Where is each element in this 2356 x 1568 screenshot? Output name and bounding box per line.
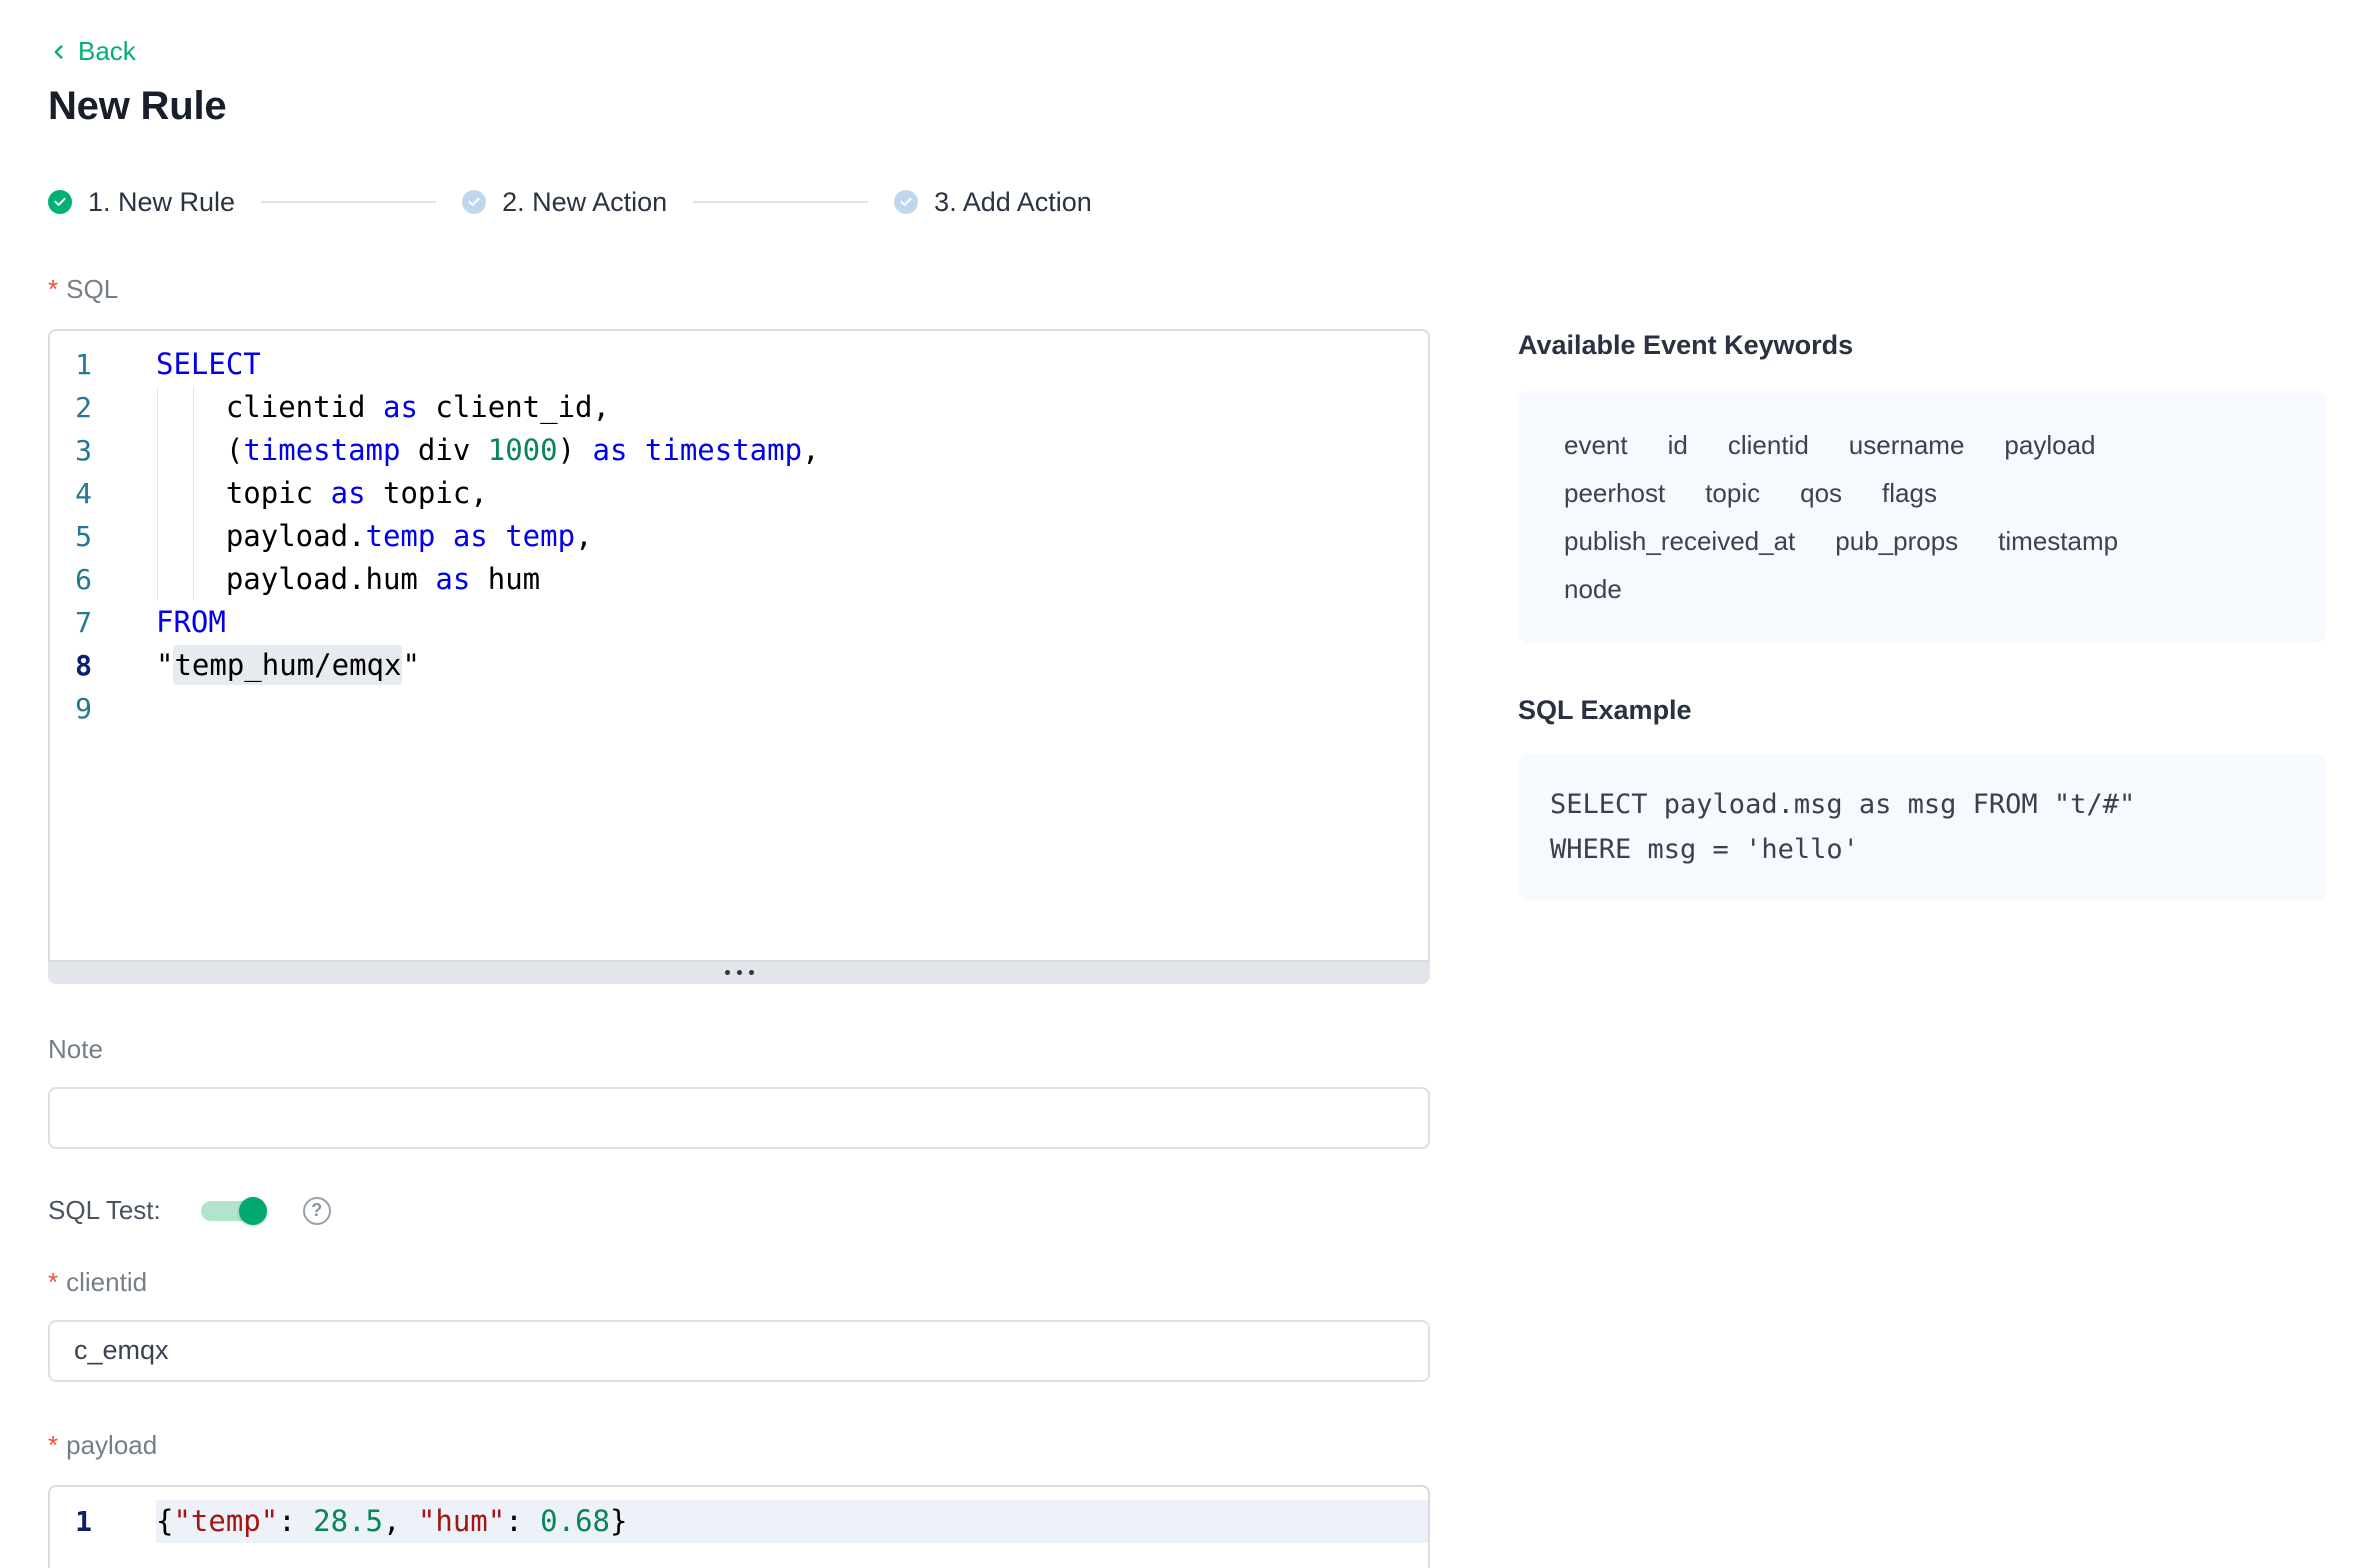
code-line: 7FROM bbox=[50, 601, 1428, 644]
keyword: node bbox=[1564, 565, 1622, 613]
kw-row: peerhost topic qos flags bbox=[1564, 469, 2280, 517]
steps-bar: 1. New Rule 2. New Action 3. Add Action bbox=[48, 187, 1430, 218]
step-2-new-action[interactable]: 2. New Action bbox=[462, 187, 667, 218]
code-line: 5 payload.temp as temp, bbox=[50, 515, 1428, 558]
note-input[interactable] bbox=[48, 1087, 1430, 1149]
line-number: 3 bbox=[50, 429, 114, 472]
keyword: publish_received_at bbox=[1564, 517, 1795, 565]
kw-row: node bbox=[1564, 565, 2280, 613]
required-asterisk: * bbox=[48, 1430, 58, 1461]
required-asterisk: * bbox=[48, 1267, 58, 1298]
keyword: timestamp bbox=[1998, 517, 2118, 565]
sql-example-panel: SELECT payload.msg as msg FROM "t/#"WHER… bbox=[1518, 754, 2326, 900]
keywords-panel-title: Available Event Keywords bbox=[1518, 330, 2326, 361]
event-keywords-panel: eventid clientid username payload peerhost to… bbox=[1518, 391, 2326, 643]
line-number: 4 bbox=[50, 472, 114, 515]
line-number: 8 bbox=[50, 644, 114, 687]
resize-dots-icon bbox=[749, 970, 754, 975]
payload-code-area[interactable]: 1{"temp": 28.5, "hum": 0.68} bbox=[48, 1485, 1430, 1568]
kw-row: eventid clientid username payload bbox=[1564, 421, 2280, 469]
sql-label-text: SQL bbox=[66, 274, 118, 305]
required-asterisk: * bbox=[48, 274, 58, 305]
step-label: 1. New Rule bbox=[88, 187, 235, 218]
clientid-input[interactable] bbox=[48, 1320, 1430, 1382]
code-line: 3 (timestamp div 1000) as timestamp, bbox=[50, 429, 1428, 472]
note-field-label: Note bbox=[48, 1034, 1430, 1065]
code-line: 4 topic as topic, bbox=[50, 472, 1428, 515]
back-label: Back bbox=[78, 36, 136, 67]
editor-resize-handle[interactable] bbox=[48, 962, 1430, 984]
resize-dots-icon bbox=[737, 970, 742, 975]
step-label: 2. New Action bbox=[502, 187, 667, 218]
kw-row: publish_received_at pub_props timestamp bbox=[1564, 517, 2280, 565]
code-line: 9 bbox=[50, 687, 1428, 730]
toggle-thumb bbox=[239, 1197, 267, 1225]
keyword: pub_props bbox=[1835, 517, 1958, 565]
line-number: 7 bbox=[50, 601, 114, 644]
step-connector bbox=[693, 201, 868, 203]
back-link[interactable]: Back bbox=[48, 36, 136, 67]
step-complete-check-icon bbox=[48, 190, 72, 214]
keyword: id bbox=[1668, 421, 1688, 469]
help-sidebar: Available Event Keywords eventid clientid… bbox=[1518, 330, 2326, 900]
payload-label-text: payload bbox=[66, 1430, 157, 1461]
step-pending-check-icon bbox=[894, 190, 918, 214]
keyword: payload bbox=[2004, 421, 2095, 469]
keyword: flags bbox=[1882, 469, 1937, 517]
code-line: 6 payload.hum as hum bbox=[50, 558, 1428, 601]
payload-editor: 1{"temp": 28.5, "hum": 0.68} bbox=[48, 1485, 1430, 1568]
code-ex-line: WHERE msg = 'hello' bbox=[1550, 827, 2294, 872]
sql-test-row: SQL Test: ? bbox=[48, 1193, 1430, 1229]
step-label: 3. Add Action bbox=[934, 187, 1092, 218]
keyword: peerhost bbox=[1564, 469, 1665, 517]
line-number: 9 bbox=[50, 687, 114, 730]
keyword: event bbox=[1564, 421, 1628, 469]
line-number: 2 bbox=[50, 386, 114, 429]
help-icon[interactable]: ? bbox=[303, 1197, 331, 1225]
code-line: 2 clientid as client_id, bbox=[50, 386, 1428, 429]
payload-field-label: * payload bbox=[48, 1430, 1430, 1461]
sql-code-area[interactable]: 1SELECT2 clientid as client_id,3 (timest… bbox=[48, 329, 1430, 962]
page-title: New Rule bbox=[48, 84, 1430, 129]
sql-test-toggle[interactable] bbox=[201, 1201, 267, 1221]
main-column: Back New Rule 1. New Rule 2. New Action bbox=[48, 0, 1430, 1568]
sql-editor: 1SELECT2 clientid as client_id,3 (timest… bbox=[48, 329, 1430, 984]
code-line: 8"temp_hum/emqx" bbox=[50, 644, 1428, 687]
code-ex-line: SELECT payload.msg as msg FROM "t/#" bbox=[1550, 782, 2294, 827]
clientid-label-text: clientid bbox=[66, 1267, 147, 1298]
code-line: 1SELECT bbox=[50, 343, 1428, 386]
keyword: qos bbox=[1800, 469, 1842, 517]
sql-example-title: SQL Example bbox=[1518, 695, 2326, 726]
clientid-field-label: * clientid bbox=[48, 1267, 1430, 1298]
line-number: 1 bbox=[50, 343, 114, 386]
line-number: 1 bbox=[50, 1500, 114, 1543]
line-number: 5 bbox=[50, 515, 114, 558]
keyword: clientid bbox=[1728, 421, 1809, 469]
new-rule-page: Back New Rule 1. New Rule 2. New Action bbox=[0, 0, 2356, 1568]
line-number: 6 bbox=[50, 558, 114, 601]
sql-test-label: SQL Test: bbox=[48, 1195, 161, 1226]
resize-dots-icon bbox=[725, 970, 730, 975]
step-1-new-rule[interactable]: 1. New Rule bbox=[48, 187, 235, 218]
keyword: username bbox=[1849, 421, 1965, 469]
step-connector bbox=[261, 201, 436, 203]
sql-field-label: * SQL bbox=[48, 274, 1430, 305]
keyword: topic bbox=[1705, 469, 1760, 517]
back-chevron-icon bbox=[48, 41, 70, 63]
step-3-add-action[interactable]: 3. Add Action bbox=[894, 187, 1092, 218]
step-pending-check-icon bbox=[462, 190, 486, 214]
code-line: 1{"temp": 28.5, "hum": 0.68} bbox=[50, 1500, 1428, 1543]
